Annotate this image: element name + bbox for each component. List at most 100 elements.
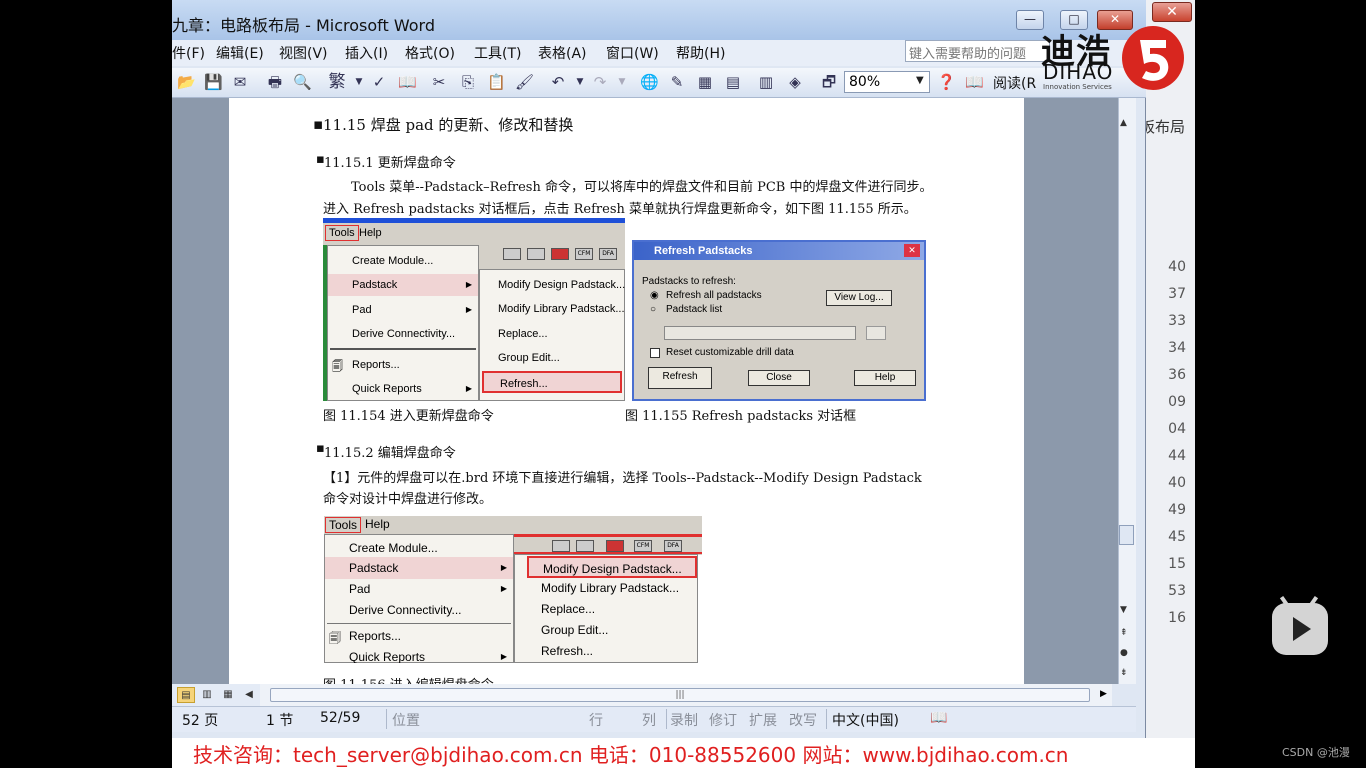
status-page: 52 页: [182, 713, 219, 729]
next-page-icon[interactable]: ⇟: [1120, 668, 1128, 678]
drawing-icon[interactable]: ◈: [786, 73, 804, 91]
help-icon[interactable]: ❓: [937, 73, 956, 91]
spelling-icon[interactable]: ✓: [370, 73, 388, 91]
fig1-item-padstack: Padstack: [328, 274, 478, 296]
menu-view[interactable]: 视图(V): [279, 43, 328, 63]
copy-icon[interactable]: ⎘: [459, 73, 477, 91]
outline-view-icon[interactable]: ◀: [240, 687, 258, 703]
scroll-up-icon[interactable]: ▲: [1120, 118, 1127, 128]
fig2-sub-refresh: Refresh...: [541, 644, 594, 658]
bullet-mark: ▪: [313, 115, 324, 133]
menu-window[interactable]: 窗口(W): [606, 43, 659, 63]
status-record[interactable]: 录制: [670, 710, 698, 730]
fig2-item-reports: Reports...: [349, 629, 402, 643]
fig2-item-quick-reports: Quick Reports: [349, 650, 426, 663]
fig1-tools-menu: Tools: [325, 225, 359, 241]
document-map-icon[interactable]: 🗗: [820, 73, 838, 91]
redo-icon[interactable]: ↷: [591, 73, 609, 91]
fig2-sub-replace: Replace...: [541, 602, 596, 616]
horizontal-scroll-thumb[interactable]: |||: [270, 688, 1090, 702]
permission-icon[interactable]: ✉: [231, 73, 249, 91]
background-number: 16: [1168, 610, 1186, 626]
window-title: 九章：电路板布局 - Microsoft Word: [172, 16, 435, 35]
print-icon[interactable]: 🖶: [266, 73, 284, 91]
save-icon[interactable]: 💾: [204, 73, 223, 91]
submenu-arrow-icon: ▶: [465, 280, 472, 289]
menu-help[interactable]: 帮助(H): [676, 43, 725, 63]
fig2-item-padstack: Padstack: [325, 557, 513, 579]
fig1-help-menu: Help: [359, 227, 382, 239]
help-search-input[interactable]: 键入需要帮助的问题: [905, 40, 1050, 62]
heading-11-15: 11.15 焊盘 pad 的更新、修改和替换: [323, 116, 574, 134]
fig1-item-pad: Pad: [352, 304, 372, 316]
background-number: 09: [1168, 394, 1186, 410]
minimize-button[interactable]: —: [1016, 10, 1044, 30]
dropdown-arrow-icon[interactable]: ▼: [350, 73, 368, 91]
reading-layout-button[interactable]: 阅读(R: [993, 73, 1036, 93]
figure-11-154: Tools Help Create Module... Padstack ▶ P…: [323, 218, 625, 401]
fig1-item-quick-reports: Quick Reports: [352, 383, 422, 395]
background-number: 37: [1168, 286, 1186, 302]
zoom-dropdown-icon[interactable]: ▼: [916, 75, 924, 86]
fig2-item-create-module: Create Module...: [349, 541, 438, 555]
menu-format[interactable]: 格式(O): [405, 43, 455, 63]
menu-tools[interactable]: 工具(T): [474, 43, 521, 63]
undo-dropdown-icon[interactable]: ▼: [571, 73, 589, 91]
status-overtype[interactable]: 改写: [789, 710, 817, 730]
print-view-icon[interactable]: ▦: [219, 687, 237, 703]
scroll-right-icon[interactable]: ▶: [1100, 689, 1107, 699]
submenu-arrow-icon: ▶: [465, 305, 472, 314]
dialog-close-icon: ✕: [904, 244, 920, 257]
research-icon[interactable]: 📖: [398, 73, 417, 91]
contact-info: 技术咨询：tech_server@bjdihao.com.cn 电话：010-8…: [193, 743, 1069, 767]
background-window-close-button[interactable]: ✕: [1152, 2, 1192, 22]
background-number: 45: [1168, 529, 1186, 545]
dihao-logo-mark-icon: [1122, 26, 1184, 90]
paragraph-line: Tools 菜单--Padstack–Refresh 命令，可以将库中的焊盘文件…: [351, 180, 933, 195]
redo-dropdown-icon[interactable]: ▼: [613, 73, 631, 91]
status-column: 列: [642, 713, 656, 729]
menu-edit[interactable]: 编辑(E): [216, 43, 264, 63]
insert-table-icon[interactable]: ▦: [696, 73, 714, 91]
submenu-arrow-icon: ▶: [500, 584, 507, 593]
normal-view-icon[interactable]: ▤: [177, 687, 195, 703]
fig2-tools-menu: Tools: [325, 517, 362, 533]
fig1-item-create-module: Create Module...: [352, 255, 434, 267]
radio-selected-icon: ◉: [650, 290, 659, 301]
fig2-sub-modify-library: Modify Library Padstack...: [541, 581, 680, 595]
vertical-scroll-thumb[interactable]: [1119, 525, 1134, 545]
background-number: 33: [1168, 313, 1186, 329]
undo-icon[interactable]: ↶: [549, 73, 567, 91]
vertical-scrollbar[interactable]: [1118, 98, 1136, 684]
paste-icon[interactable]: 📋: [487, 73, 506, 91]
format-painter-icon[interactable]: 🖌: [515, 73, 534, 91]
heading-11-15-2: 11.15.2 编辑焊盘命令: [324, 446, 456, 461]
spelling-status-icon[interactable]: 📖: [930, 710, 947, 726]
status-track-changes[interactable]: 修订: [709, 710, 737, 730]
previous-page-icon[interactable]: ⇞: [1120, 628, 1128, 638]
menu-file[interactable]: 件(F): [172, 43, 205, 63]
select-browse-object-icon[interactable]: ●: [1120, 648, 1128, 658]
scroll-down-icon[interactable]: ▼: [1120, 605, 1127, 615]
traditional-chinese-button[interactable]: 繁: [326, 73, 348, 91]
tables-borders-icon[interactable]: ✎: [668, 73, 686, 91]
web-view-icon[interactable]: ▥: [198, 687, 216, 703]
paragraph-line: 命令对设计中焊盘进行修改。: [323, 492, 493, 507]
cut-icon[interactable]: ✂: [430, 73, 448, 91]
menu-table[interactable]: 表格(A): [538, 43, 587, 63]
background-window-heading: 板布局: [1140, 118, 1186, 136]
dialog-close: Close: [748, 370, 810, 386]
background-number: 34: [1168, 340, 1186, 356]
print-preview-icon[interactable]: 🔍: [293, 73, 312, 91]
insert-excel-icon[interactable]: ▤: [724, 73, 742, 91]
status-extend[interactable]: 扩展: [749, 710, 777, 730]
open-icon[interactable]: 📂: [177, 73, 196, 91]
hyperlink-icon[interactable]: 🌐: [640, 73, 659, 91]
menu-insert[interactable]: 插入(I): [345, 43, 388, 63]
left-letterbox: [0, 0, 172, 768]
dialog-option-list: Padstack list: [666, 304, 723, 315]
dialog-help: Help: [854, 370, 916, 386]
columns-icon[interactable]: ▥: [757, 73, 775, 91]
heading-11-15-1: 11.15.1 更新焊盘命令: [324, 156, 456, 171]
caption-11-156: 图 11.156 进入编辑焊盘命令: [323, 674, 494, 684]
